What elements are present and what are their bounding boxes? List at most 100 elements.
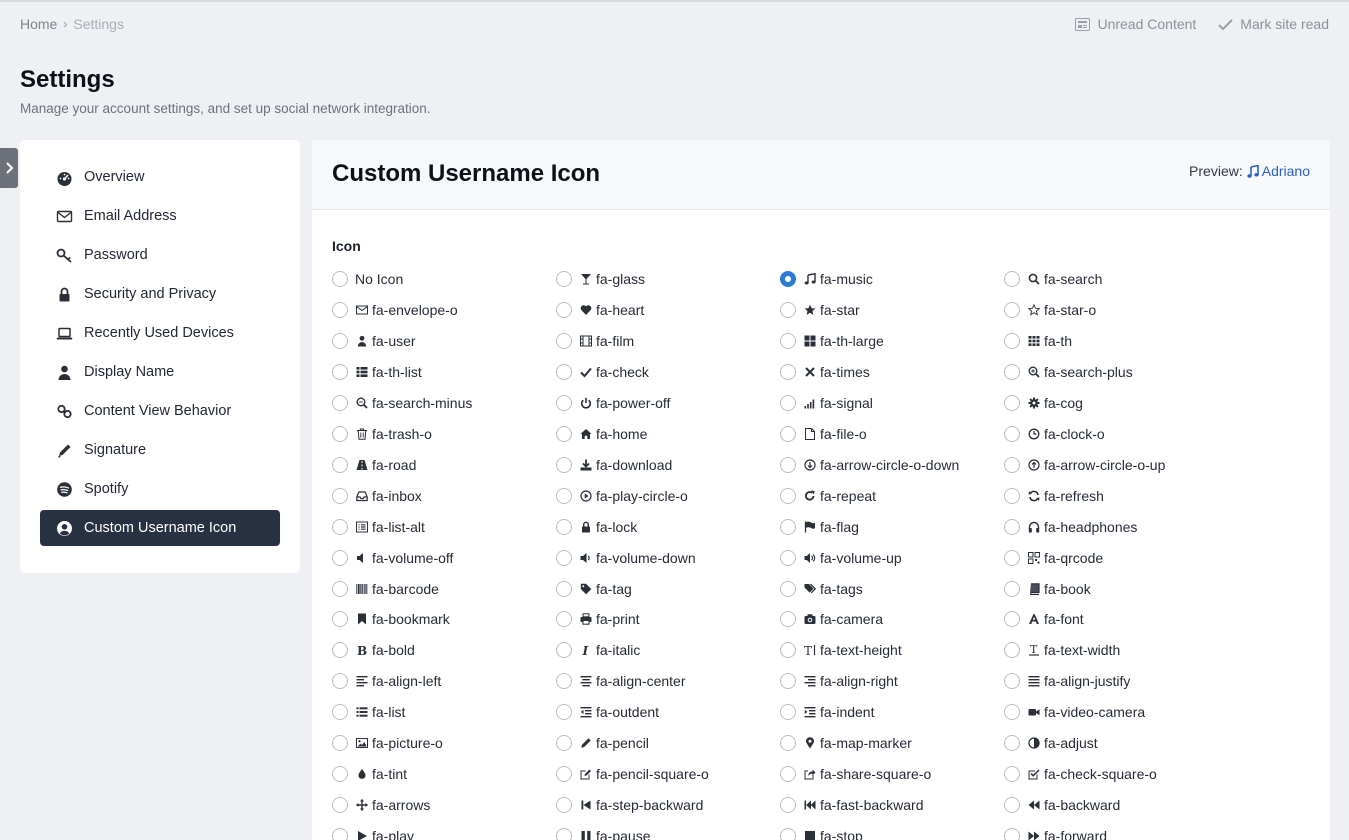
icon-option-fa-arrow-circle-o-down[interactable]: fa-arrow-circle-o-down	[780, 454, 959, 476]
icon-option-fa-repeat[interactable]: fa-repeat	[780, 485, 876, 507]
icon-option-fa-text-height[interactable]: Tfa-text-height	[780, 639, 902, 661]
icon-option-fa-adjust[interactable]: fa-adjust	[1004, 732, 1098, 754]
icon-option-fa-align-right[interactable]: fa-align-right	[780, 670, 898, 692]
sidebar-item-content-view-behavior[interactable]: Content View Behavior	[40, 393, 280, 429]
icon-option-fa-map-marker[interactable]: fa-map-marker	[780, 732, 912, 754]
radio-button[interactable]	[556, 704, 572, 721]
radio-button[interactable]	[556, 394, 572, 411]
mark-site-read-link[interactable]: Mark site read	[1218, 16, 1329, 32]
icon-option-fa-glass[interactable]: fa-glass	[556, 268, 645, 290]
icon-option-fa-step-backward[interactable]: fa-step-backward	[556, 794, 703, 816]
radio-button[interactable]	[1004, 394, 1020, 411]
radio-button[interactable]	[780, 487, 796, 504]
radio-button[interactable]	[1004, 363, 1020, 380]
radio-button[interactable]	[1004, 518, 1020, 535]
radio-button[interactable]	[1004, 456, 1020, 473]
icon-option-fa-play-circle-o[interactable]: fa-play-circle-o	[556, 485, 688, 507]
unread-content-link[interactable]: Unread Content	[1075, 16, 1196, 32]
radio-button[interactable]	[332, 271, 348, 287]
sidebar-item-security-and-privacy[interactable]: Security and Privacy	[40, 276, 280, 312]
radio-button[interactable]	[780, 425, 796, 442]
sidebar-toggle[interactable]	[0, 148, 18, 188]
sidebar-item-recently-used-devices[interactable]: Recently Used Devices	[40, 315, 280, 351]
icon-option-fa-th[interactable]: fa-th	[1004, 330, 1072, 352]
icon-option-fa-tint[interactable]: fa-tint	[332, 763, 407, 785]
radio-button[interactable]	[1004, 580, 1020, 597]
radio-button[interactable]	[780, 673, 796, 690]
icon-option-fa-music[interactable]: fa-music	[780, 268, 873, 290]
icon-option-fa-th-large[interactable]: fa-th-large	[780, 330, 884, 352]
icon-option-fa-italic[interactable]: Ifa-italic	[556, 639, 640, 661]
icon-option-fa-qrcode[interactable]: fa-qrcode	[1004, 547, 1103, 569]
icon-option-fa-inbox[interactable]: fa-inbox	[332, 485, 422, 507]
radio-button[interactable]	[332, 797, 348, 814]
radio-button[interactable]	[780, 394, 796, 411]
radio-button[interactable]	[1004, 301, 1020, 318]
radio-button[interactable]	[1004, 642, 1020, 659]
radio-button[interactable]	[332, 518, 348, 535]
icon-option-fa-search[interactable]: fa-search	[1004, 268, 1102, 290]
radio-button[interactable]	[780, 271, 796, 287]
radio-button[interactable]	[1004, 766, 1020, 783]
radio-button[interactable]	[332, 301, 348, 318]
icon-option-fa-tag[interactable]: fa-tag	[556, 578, 632, 600]
radio-button[interactable]	[556, 487, 572, 504]
radio-button[interactable]	[780, 363, 796, 380]
icon-option-fa-arrow-circle-o-up[interactable]: fa-arrow-circle-o-up	[1004, 454, 1165, 476]
icon-option-fa-align-justify[interactable]: fa-align-justify	[1004, 670, 1130, 692]
icon-option-fa-times[interactable]: fa-times	[780, 361, 870, 383]
icon-option-fa-signal[interactable]: fa-signal	[780, 392, 873, 414]
icon-option-fa-share-square-o[interactable]: fa-share-square-o	[780, 763, 931, 785]
icon-option-fa-indent[interactable]: fa-indent	[780, 701, 874, 723]
sidebar-item-signature[interactable]: Signature	[40, 432, 280, 468]
icon-option-fa-search-minus[interactable]: fa-search-minus	[332, 392, 472, 414]
icon-option-fa-heart[interactable]: fa-heart	[556, 299, 644, 321]
radio-button[interactable]	[556, 735, 572, 752]
icon-option-fa-pause[interactable]: fa-pause	[556, 825, 650, 840]
radio-button[interactable]	[556, 549, 572, 566]
icon-option-fa-user[interactable]: fa-user	[332, 330, 416, 352]
icon-option-fa-bookmark[interactable]: fa-bookmark	[332, 608, 450, 630]
icon-option-fa-clock-o[interactable]: fa-clock-o	[1004, 423, 1105, 445]
radio-button[interactable]	[780, 828, 796, 840]
radio-button[interactable]	[556, 828, 572, 840]
icon-option-fa-forward[interactable]: fa-forward	[1004, 825, 1107, 840]
radio-button[interactable]	[556, 271, 572, 287]
radio-button[interactable]	[556, 580, 572, 597]
radio-button[interactable]	[556, 642, 572, 659]
radio-button[interactable]	[332, 363, 348, 380]
preview-username-link[interactable]: Adriano	[1247, 163, 1310, 179]
radio-button[interactable]	[332, 580, 348, 597]
radio-button[interactable]	[556, 363, 572, 380]
icon-option-fa-pencil[interactable]: fa-pencil	[556, 732, 649, 754]
icon-option-fa-volume-up[interactable]: fa-volume-up	[780, 547, 902, 569]
radio-button[interactable]	[332, 735, 348, 752]
icon-option-fa-volume-off[interactable]: fa-volume-off	[332, 547, 453, 569]
icon-option-fa-check-square-o[interactable]: fa-check-square-o	[1004, 763, 1157, 785]
sidebar-item-overview[interactable]: Overview	[40, 159, 280, 195]
icon-option-fa-power-off[interactable]: fa-power-off	[556, 392, 670, 414]
radio-button[interactable]	[780, 766, 796, 783]
radio-button[interactable]	[332, 704, 348, 721]
radio-button[interactable]	[332, 549, 348, 566]
radio-button[interactable]	[780, 704, 796, 721]
icon-option-fa-trash-o[interactable]: fa-trash-o	[332, 423, 432, 445]
icon-option-fa-th-list[interactable]: fa-th-list	[332, 361, 422, 383]
icon-option-fa-volume-down[interactable]: fa-volume-down	[556, 547, 696, 569]
icon-option-fa-file-o[interactable]: fa-file-o	[780, 423, 867, 445]
radio-button[interactable]	[780, 456, 796, 473]
icon-option-fa-font[interactable]: fa-font	[1004, 608, 1084, 630]
radio-button[interactable]	[556, 673, 572, 690]
icon-option-fa-text-width[interactable]: Tfa-text-width	[1004, 639, 1120, 661]
icon-option-fa-print[interactable]: fa-print	[556, 608, 640, 630]
radio-button[interactable]	[332, 394, 348, 411]
radio-button[interactable]	[556, 611, 572, 628]
radio-button[interactable]	[332, 611, 348, 628]
radio-button[interactable]	[1004, 611, 1020, 628]
radio-button[interactable]	[332, 766, 348, 783]
icon-option-fa-headphones[interactable]: fa-headphones	[1004, 516, 1137, 538]
icon-option-fa-play[interactable]: fa-play	[332, 825, 414, 840]
icon-option-fa-bold[interactable]: Bfa-bold	[332, 639, 415, 661]
icon-option-fa-flag[interactable]: fa-flag	[780, 516, 859, 538]
icon-option-fa-picture-o[interactable]: fa-picture-o	[332, 732, 443, 754]
